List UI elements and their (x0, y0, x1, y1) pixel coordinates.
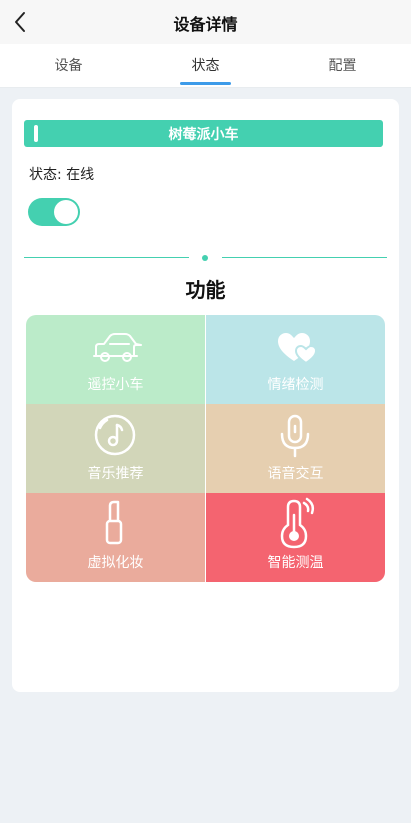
function-label: 遥控小车 (87, 377, 144, 393)
section-title: 功能 (185, 278, 226, 302)
device-power-toggle[interactable] (28, 198, 80, 226)
device-name: 树莓派小车 (168, 127, 239, 143)
tab-bar: 设备 状态 配置 (0, 44, 411, 88)
function-tile-voice-interaction[interactable]: 语音交互 (206, 404, 385, 493)
tab-device-label: 设备 (54, 58, 83, 74)
divider-line-right (222, 257, 387, 258)
lipstick-icon (105, 500, 123, 545)
tab-device[interactable]: 设备 (0, 44, 137, 88)
thermometer-icon (280, 497, 315, 549)
tab-config[interactable]: 配置 (274, 44, 411, 88)
device-status: 状态: 在线 (29, 167, 95, 183)
page-title: 设备详情 (173, 15, 238, 34)
function-tile-music-recommend[interactable]: 音乐推荐 (26, 404, 205, 493)
device-card: 树莓派小车 状态: 在线 功能 遥控小车 情绪检测 音乐推荐 语音交互 虚拟化妆… (12, 99, 399, 692)
function-label: 语音交互 (267, 466, 324, 482)
navigation-bar: 设备详情 (0, 0, 411, 44)
car-icon (93, 333, 142, 362)
function-label: 音乐推荐 (87, 466, 144, 482)
music-disc-icon (94, 414, 136, 456)
function-tile-remote-car[interactable]: 遥控小车 (26, 315, 205, 404)
hearts-icon (278, 333, 318, 365)
divider-dot (202, 255, 208, 261)
microphone-icon (280, 414, 310, 458)
tab-config-label: 配置 (328, 58, 357, 74)
function-label: 虚拟化妆 (87, 555, 144, 571)
tab-status[interactable]: 状态 (137, 44, 274, 88)
function-grid: 遥控小车 情绪检测 音乐推荐 语音交互 虚拟化妆 智能测温 (26, 315, 385, 582)
function-label: 智能测温 (267, 555, 324, 571)
function-label: 情绪检测 (267, 377, 324, 393)
device-name-bar: 树莓派小车 (24, 120, 383, 147)
active-tab-indicator (180, 82, 231, 85)
function-tile-virtual-makeup[interactable]: 虚拟化妆 (26, 493, 205, 582)
divider-line-left (24, 257, 189, 258)
function-tile-emotion-detection[interactable]: 情绪检测 (206, 315, 385, 404)
tab-status-label: 状态 (191, 58, 220, 74)
toggle-knob (54, 200, 78, 224)
function-tile-smart-temperature[interactable]: 智能测温 (206, 493, 385, 582)
